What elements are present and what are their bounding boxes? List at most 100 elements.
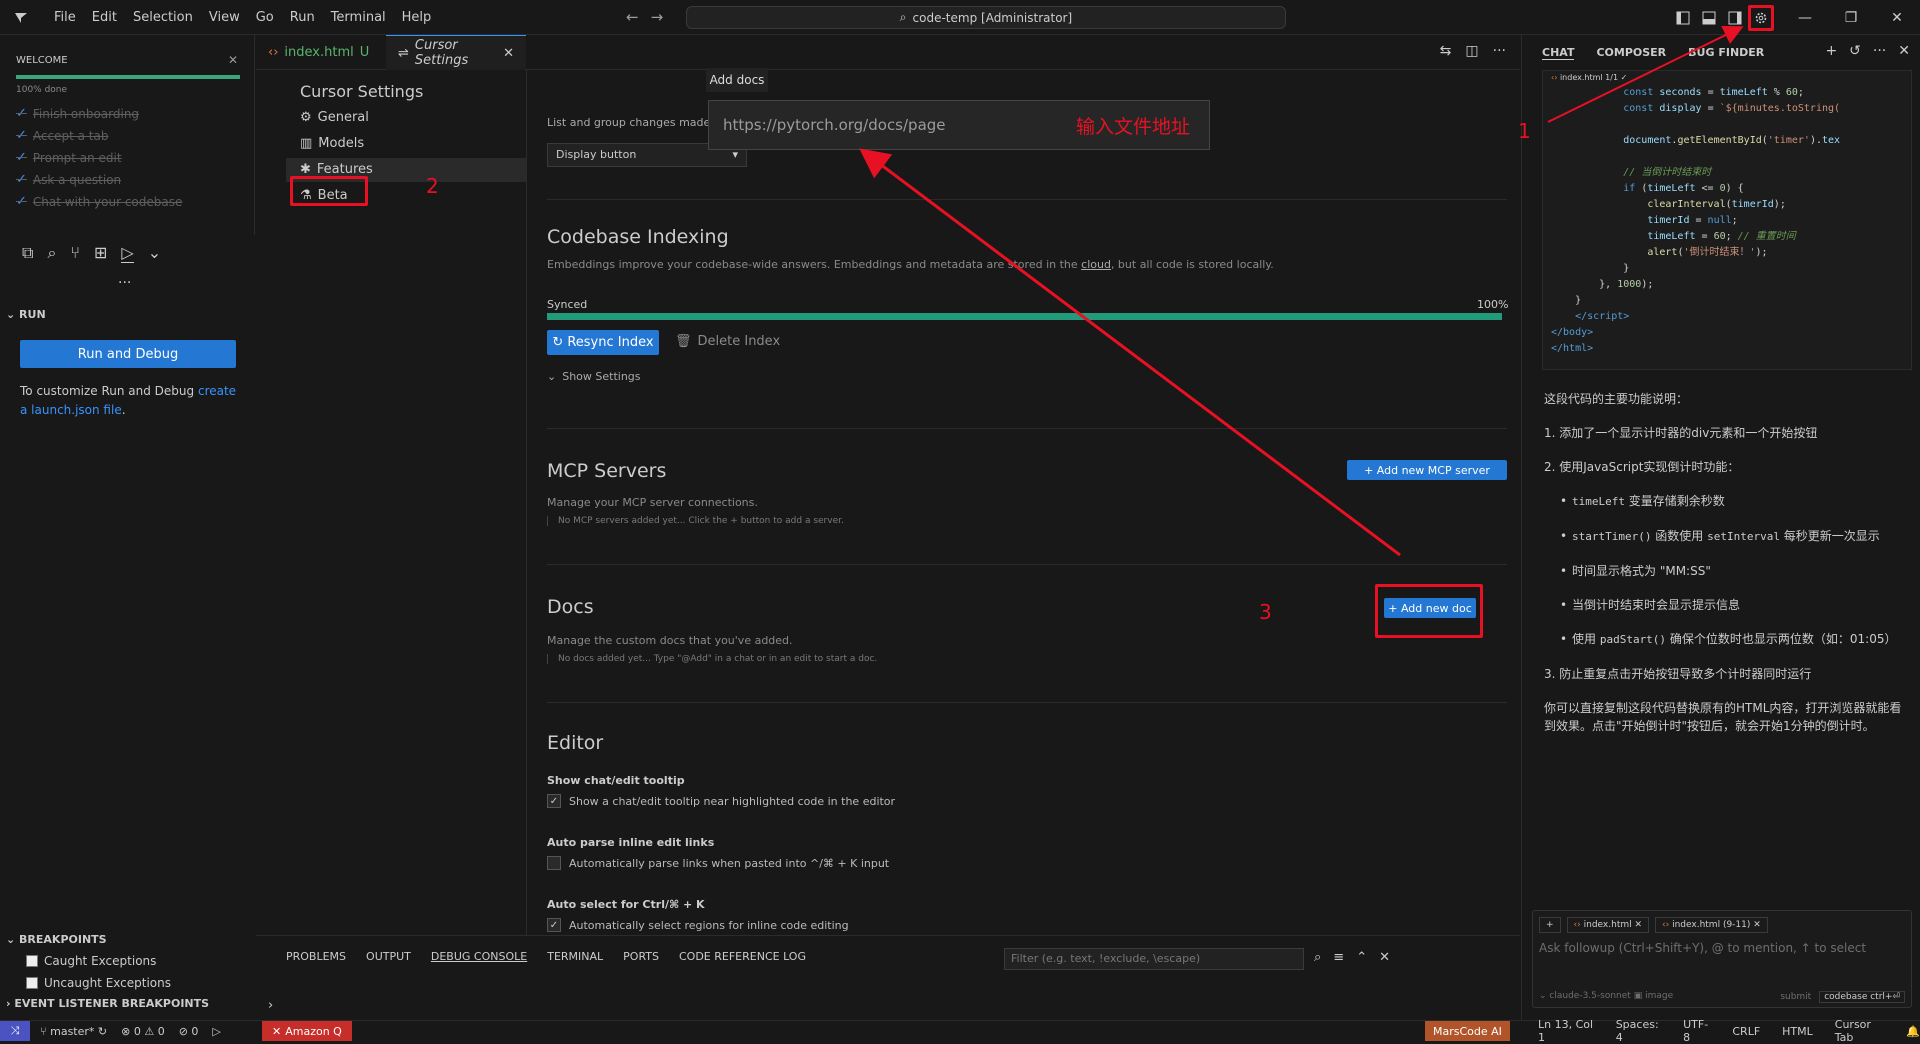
history-icon[interactable]: ↺ — [1849, 43, 1861, 59]
run-and-debug-button[interactable]: Run and Debug — [20, 340, 236, 368]
problems-item[interactable]: ⊗ 0 ⚠ 0 — [121, 1025, 165, 1038]
event-listener-header[interactable]: › EVENT LISTENER BREAKPOINTS — [0, 994, 255, 1014]
compare-icon[interactable]: ⇆ — [1440, 43, 1452, 59]
back-arrow-icon[interactable]: ← — [626, 8, 639, 26]
add-mcp-server-button[interactable]: + Add new MCP server — [1347, 460, 1507, 480]
cursor-tab[interactable]: Cursor Tab — [1835, 1018, 1885, 1044]
remote-icon[interactable]: ⤨ — [0, 1021, 30, 1041]
option-row[interactable]: ✓ Show a chat/edit tooltip near highlight… — [547, 794, 895, 808]
cloud-link[interactable]: cloud — [1081, 258, 1111, 271]
menu-selection[interactable]: Selection — [125, 0, 201, 35]
branch-item[interactable]: ⑂ master* ↻ — [40, 1025, 107, 1038]
menu-view[interactable]: View — [201, 0, 248, 35]
more-icon[interactable]: ··· — [1873, 43, 1886, 59]
encoding[interactable]: UTF-8 — [1683, 1018, 1710, 1044]
option-row[interactable]: Automatically parse links when pasted in… — [547, 856, 889, 870]
tab-code-reference-log[interactable]: CODE REFERENCE LOG — [669, 950, 816, 963]
tab-index-html[interactable]: ‹› index.html U — [256, 35, 386, 70]
close-icon[interactable]: ✕ — [1874, 0, 1920, 35]
more-actions-icon[interactable]: ··· — [1493, 43, 1506, 59]
cursor-position[interactable]: Ln 13, Col 1 — [1538, 1018, 1594, 1044]
menu-edit[interactable]: Edit — [84, 0, 125, 35]
show-settings-toggle[interactable]: ⌄ Show Settings — [547, 370, 641, 383]
context-chip[interactable]: ‹› index.html ✕ — [1566, 917, 1650, 933]
bell-icon[interactable]: 🔔 — [1906, 1025, 1920, 1038]
codebase-button[interactable]: codebase ctrl+⏎ — [1819, 991, 1905, 1003]
nav-models[interactable]: ▥ Models — [300, 132, 364, 156]
run-debug-icon[interactable]: ▷ — [121, 243, 134, 263]
source-control-icon[interactable]: ⑂ — [70, 243, 80, 262]
end-of-line[interactable]: CRLF — [1732, 1025, 1760, 1038]
indentation[interactable]: Spaces: 4 — [1616, 1018, 1661, 1044]
add-context-button[interactable]: + — [1539, 917, 1561, 933]
onboarding-step[interactable]: ✓ Chat with your codebase — [16, 191, 182, 213]
extensions-icon[interactable]: ⊞ — [94, 243, 107, 262]
checkbox[interactable] — [547, 856, 561, 870]
tab-problems[interactable]: PROBLEMS — [276, 950, 356, 963]
filter-input[interactable]: Filter (e.g. text, !exclude, \escape) — [1004, 948, 1304, 970]
amazon-q-item[interactable]: ✕ Amazon Q — [262, 1021, 352, 1041]
onboarding-step[interactable]: ✓ Prompt an edit — [16, 147, 182, 169]
checkbox[interactable] — [26, 977, 38, 989]
minimize-icon[interactable]: — — [1782, 0, 1828, 35]
tab-output[interactable]: OUTPUT — [356, 950, 421, 963]
image-icon[interactable]: ▣ — [1634, 991, 1643, 1001]
breakpoint-item[interactable]: Caught Exceptions — [0, 950, 255, 972]
toggle-primary-sidebar-icon[interactable] — [1670, 5, 1696, 31]
chat-input-box[interactable]: + ‹› index.html ✕ ‹› index.html (9-11) ✕… — [1532, 910, 1912, 1008]
run-header[interactable]: ⌄ RUN — [6, 308, 46, 321]
console-prompt-icon[interactable]: › — [268, 998, 273, 1013]
tab-bug-finder[interactable]: BUG FINDER — [1688, 46, 1764, 59]
model-selector[interactable]: ⌄ claude-3.5-sonnet ▣ image — [1539, 991, 1673, 1001]
search-icon[interactable]: ⌕ — [47, 243, 56, 263]
close-icon[interactable]: ✕ — [1379, 950, 1390, 965]
tab-ports[interactable]: PORTS — [613, 950, 669, 963]
ports-item[interactable]: ⊘ 0 — [179, 1025, 199, 1038]
explorer-icon[interactable]: ⧉ — [22, 243, 33, 263]
language-mode[interactable]: HTML — [1782, 1025, 1813, 1038]
delete-index-button[interactable]: 🗑 Delete Index — [675, 334, 780, 349]
gear-icon[interactable] — [1748, 4, 1774, 31]
close-icon[interactable]: ✕ — [1898, 43, 1910, 59]
menu-run[interactable]: Run — [282, 0, 323, 35]
checkbox[interactable]: ✓ — [547, 794, 561, 808]
chat-input-placeholder[interactable]: Ask followup (Ctrl+Shift+Y), @ to mentio… — [1539, 941, 1866, 955]
checkbox[interactable] — [26, 955, 38, 967]
close-icon[interactable]: ✕ — [228, 53, 238, 67]
chevron-up-icon[interactable]: ⌃ — [1356, 950, 1367, 965]
menu-terminal[interactable]: Terminal — [323, 0, 394, 35]
toggle-panel-icon[interactable] — [1696, 5, 1722, 31]
tab-terminal[interactable]: TERMINAL — [537, 950, 613, 963]
breakpoint-item[interactable]: Uncaught Exceptions — [0, 972, 255, 994]
run-debug-icon[interactable]: ▷ — [212, 1025, 220, 1038]
option-row[interactable]: ✓ Automatically select regions for inline… — [547, 918, 849, 932]
tab-cursor-settings[interactable]: ⇌ Cursor Settings ✕ — [386, 35, 526, 70]
split-editor-icon[interactable]: ◫ — [1465, 43, 1478, 59]
nav-general[interactable]: ⚙ General — [300, 106, 369, 130]
tab-composer[interactable]: COMPOSER — [1596, 46, 1666, 59]
onboarding-step[interactable]: ✓ Finish onboarding — [16, 103, 182, 125]
menu-go[interactable]: Go — [248, 0, 282, 35]
forward-arrow-icon[interactable]: → — [651, 8, 664, 26]
restore-icon[interactable]: ❐ — [1828, 0, 1874, 35]
submit-button[interactable]: submit — [1780, 992, 1811, 1002]
chevron-down-icon[interactable]: ⌄ — [148, 243, 161, 262]
marscode-item[interactable]: MarsCode AI — [1425, 1021, 1510, 1041]
resync-index-button[interactable]: ↻ Resync Index — [547, 330, 659, 355]
tab-debug-console[interactable]: DEBUG CONSOLE — [421, 950, 537, 963]
checkbox[interactable]: ✓ — [547, 918, 561, 932]
onboarding-step[interactable]: ✓ Ask a question — [16, 169, 182, 191]
plus-icon[interactable]: + — [1825, 43, 1837, 59]
context-chip[interactable]: ‹› index.html (9-11) ✕ — [1655, 917, 1768, 933]
command-center[interactable]: ⌕ code-temp [Administrator] — [686, 6, 1286, 29]
close-icon[interactable]: ✕ — [503, 46, 514, 61]
tab-chat[interactable]: CHAT — [1542, 46, 1575, 60]
breakpoints-header[interactable]: ⌄ BREAKPOINTS — [0, 930, 255, 950]
menu-help[interactable]: Help — [394, 0, 440, 35]
clear-console-icon[interactable]: ≡ — [1333, 950, 1344, 965]
search-icon[interactable]: ⌕ — [1314, 950, 1321, 965]
menu-file[interactable]: File — [46, 0, 84, 35]
more-icon[interactable]: ··· — [118, 275, 131, 291]
onboarding-step[interactable]: ✓ Accept a tab — [16, 125, 182, 147]
toggle-secondary-sidebar-icon[interactable] — [1722, 5, 1748, 31]
